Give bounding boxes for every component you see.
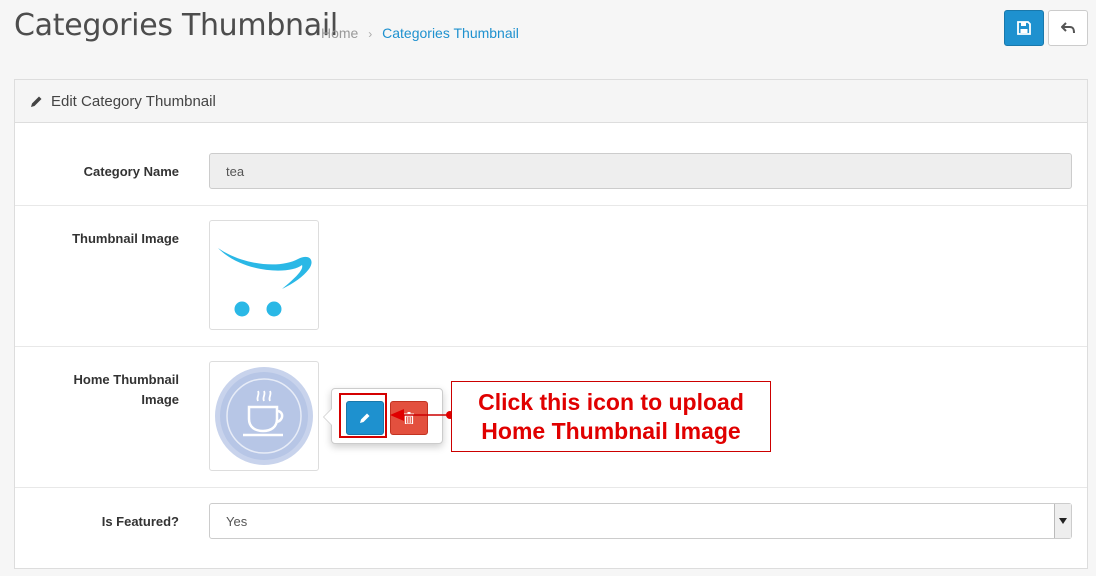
home-thumbnail-label-line2: Image xyxy=(141,392,179,407)
save-button[interactable] xyxy=(1004,10,1044,46)
tea-cup-icon xyxy=(215,367,313,465)
panel-heading-title: Edit Category Thumbnail xyxy=(51,92,216,110)
home-thumbnail-image-label: Home Thumbnail Image xyxy=(74,370,179,410)
thumbnail-image-row: Thumbnail Image xyxy=(15,206,1087,347)
back-button[interactable] xyxy=(1048,10,1088,46)
thumbnail-image[interactable] xyxy=(209,220,319,330)
cart-logo-icon xyxy=(218,248,312,317)
annotation-line1: Click this icon to upload xyxy=(478,389,744,415)
home-thumbnail-image[interactable] xyxy=(209,361,319,471)
edit-category-panel: Edit Category Thumbnail Category Name te… xyxy=(14,79,1088,569)
is-featured-label: Is Featured? xyxy=(101,514,179,529)
breadcrumb-separator: › xyxy=(368,27,373,41)
thumbnail-image-label: Thumbnail Image xyxy=(72,231,179,246)
breadcrumb-current-link[interactable]: Categories Thumbnail xyxy=(382,25,519,41)
annotation-line2: Home Thumbnail Image xyxy=(481,418,741,444)
panel-heading: Edit Category Thumbnail xyxy=(15,80,1087,123)
reply-icon xyxy=(1061,22,1075,34)
home-thumbnail-label-line1: Home Thumbnail xyxy=(73,372,179,387)
breadcrumb: Home › Categories Thumbnail xyxy=(321,25,519,41)
category-name-label: Category Name xyxy=(83,164,179,179)
breadcrumb-home-link[interactable]: Home xyxy=(321,25,358,41)
is-featured-value: Yes xyxy=(226,513,248,529)
pencil-icon xyxy=(30,95,43,108)
page-title: Categories Thumbnail xyxy=(14,8,338,43)
annotation-highlight-box xyxy=(339,393,387,438)
is-featured-row: Is Featured? Yes xyxy=(15,488,1087,570)
is-featured-select[interactable]: Yes xyxy=(209,503,1072,539)
annotation-arrow xyxy=(390,409,454,421)
annotation-callout: Click this icon to upload Home Thumbnail… xyxy=(451,381,771,452)
category-name-row: Category Name tea xyxy=(15,123,1087,206)
category-name-input[interactable]: tea xyxy=(209,153,1072,189)
save-icon xyxy=(1017,21,1031,35)
chevron-down-icon[interactable] xyxy=(1054,504,1071,538)
